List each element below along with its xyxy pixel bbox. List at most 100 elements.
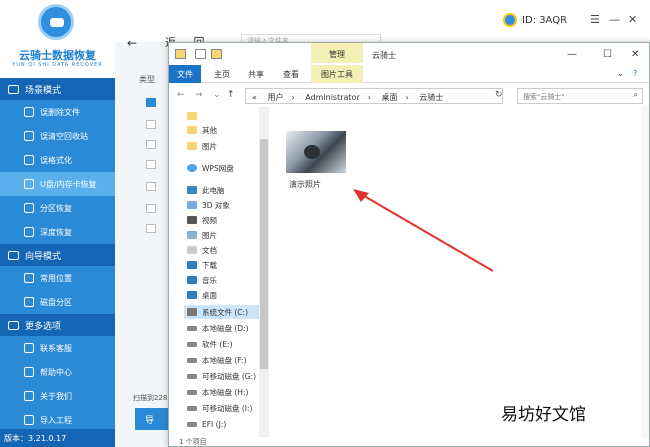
menu-icon bbox=[8, 320, 19, 330]
import-icon bbox=[24, 415, 34, 425]
desktop-icon bbox=[187, 291, 197, 299]
picture-icon bbox=[187, 231, 197, 239]
close-icon[interactable]: ✕ bbox=[628, 13, 637, 26]
scan-result-text: 扫描到228 bbox=[133, 394, 168, 402]
nav-item[interactable]: 3D 对象 bbox=[187, 198, 230, 212]
location-icon bbox=[24, 273, 34, 283]
tab-file[interactable]: 文件 bbox=[169, 65, 201, 83]
nav-item[interactable]: 音乐 bbox=[187, 273, 217, 287]
close-icon[interactable]: ✕ bbox=[631, 49, 639, 60]
minimize-icon[interactable]: — bbox=[567, 49, 577, 60]
sidebar-item-help[interactable]: 帮助中心 bbox=[0, 360, 115, 384]
logo-title: 云骑士数据恢复 bbox=[19, 49, 96, 62]
back-icon[interactable]: ← bbox=[177, 90, 185, 100]
nav-item[interactable]: 此电脑 bbox=[187, 183, 225, 197]
nav-item[interactable] bbox=[187, 109, 202, 123]
checkbox[interactable] bbox=[146, 140, 156, 149]
nav-item[interactable]: 软件 (E:) bbox=[187, 337, 233, 351]
nav-item[interactable]: 本地磁盘 (F:) bbox=[187, 353, 247, 367]
section-scene-mode[interactable]: 场景模式 bbox=[0, 78, 115, 100]
drive-icon bbox=[187, 405, 197, 411]
drive-icon bbox=[187, 341, 197, 347]
version-label: 版本：3.21.0.17 bbox=[0, 429, 115, 447]
sidebar-item-format[interactable]: 误格式化 bbox=[0, 148, 115, 172]
partition-icon bbox=[24, 203, 34, 213]
checkbox[interactable] bbox=[146, 98, 156, 107]
section-more-options[interactable]: 更多选项 bbox=[0, 314, 115, 336]
app-sidebar: 云骑士数据恢复 YUN QI SHI DATA RECOVER 场景模式 误删除… bbox=[0, 0, 115, 447]
explorer-window: 管理 云骑士 — ☐ ✕ 文件 主页 共享 查看 图片工具 ⌄ ? ← → ⌄ … bbox=[168, 42, 650, 447]
sidebar-item-disk[interactable]: 磁盘分区 bbox=[0, 290, 115, 314]
folder-icon bbox=[187, 126, 197, 134]
breadcrumb-item[interactable]: Administrator bbox=[305, 93, 360, 102]
nav-item-selected[interactable]: 系统文件 (C:) bbox=[184, 305, 266, 319]
sidebar-item-about[interactable]: 关于我们 bbox=[0, 384, 115, 408]
forward-icon[interactable]: → bbox=[195, 90, 203, 100]
tab-home[interactable]: 主页 bbox=[214, 69, 230, 80]
navigation-pane: 其他 图片 WPS网盘 此电脑 3D 对象 视频 图片 文档 下载 音乐 桌面 … bbox=[181, 107, 271, 437]
nav-item[interactable]: 可移动磁盘 (G:) bbox=[187, 369, 256, 383]
nav-item[interactable]: WPS网盘 bbox=[187, 161, 234, 175]
nav-item[interactable]: 图片 bbox=[187, 139, 217, 153]
checkbox[interactable] bbox=[146, 204, 156, 213]
tab-view[interactable]: 查看 bbox=[283, 69, 299, 80]
file-name[interactable]: 演示照片 bbox=[289, 179, 321, 190]
app-logo: 云骑士数据恢复 YUN QI SHI DATA RECOVER bbox=[0, 0, 115, 78]
usb-icon bbox=[24, 179, 34, 189]
nav-item[interactable]: 可移动磁盘 (I:) bbox=[187, 401, 252, 415]
scrollbar-thumb[interactable] bbox=[260, 139, 268, 369]
nav-scrollbar[interactable] bbox=[259, 107, 269, 437]
type-column-header: 类型 bbox=[139, 75, 155, 84]
nav-item[interactable]: 下载 bbox=[187, 258, 217, 272]
checkbox[interactable] bbox=[146, 224, 156, 233]
tab-picture-tools[interactable]: 图片工具 bbox=[311, 65, 363, 83]
sidebar-item-deleted[interactable]: 误删除文件 bbox=[0, 100, 115, 124]
breadcrumb-item[interactable]: 用户 bbox=[267, 93, 283, 102]
nav-item[interactable]: 本地磁盘 (H:) bbox=[187, 385, 248, 399]
content-scrollbar[interactable] bbox=[641, 107, 649, 437]
chevron-down-icon[interactable]: ⌄ bbox=[617, 69, 624, 78]
up-icon[interactable]: ↑ bbox=[227, 90, 235, 100]
nav-item[interactable]: 图片 bbox=[187, 228, 217, 242]
tab-share[interactable]: 共享 bbox=[248, 69, 264, 80]
checkbox[interactable] bbox=[146, 182, 156, 191]
cloud-icon bbox=[187, 164, 197, 172]
minimize-icon[interactable]: — bbox=[609, 13, 620, 26]
refresh-icon[interactable]: ↻ bbox=[495, 90, 503, 100]
photo-thumbnail[interactable] bbox=[286, 131, 346, 173]
breadcrumb-item[interactable]: 云骑士 bbox=[419, 93, 443, 102]
avatar bbox=[503, 13, 517, 27]
nav-item[interactable]: 其他 bbox=[187, 123, 217, 137]
breadcrumb-item[interactable]: 桌面 bbox=[382, 93, 398, 102]
computer-icon bbox=[187, 186, 197, 194]
manage-tab[interactable]: 管理 bbox=[311, 43, 363, 63]
sidebar-item-common[interactable]: 常用位置 bbox=[0, 266, 115, 290]
properties-icon[interactable] bbox=[195, 49, 206, 59]
folder-icon bbox=[187, 112, 197, 120]
nav-item[interactable]: 桌面 bbox=[187, 288, 217, 302]
sidebar-item-recycle[interactable]: 误清空回收站 bbox=[0, 124, 115, 148]
sidebar-item-partition[interactable]: 分区恢复 bbox=[0, 196, 115, 220]
sidebar-item-contact[interactable]: 联系客服 bbox=[0, 336, 115, 360]
maximize-icon[interactable]: ☐ bbox=[603, 49, 612, 60]
nav-item[interactable]: 文档 bbox=[187, 243, 217, 257]
sidebar-item-usb[interactable]: U盘/内存卡恢复 bbox=[0, 172, 115, 196]
user-id[interactable]: ID: 3AQR bbox=[503, 13, 567, 27]
checkbox[interactable] bbox=[146, 160, 156, 169]
back-arrow-icon[interactable]: ← bbox=[127, 36, 137, 50]
breadcrumb[interactable]: « 用户 › Administrator › 桌面 › 云骑士 bbox=[245, 88, 503, 104]
section-wizard-mode[interactable]: 向导模式 bbox=[0, 244, 115, 266]
new-folder-icon[interactable] bbox=[211, 49, 222, 59]
sidebar-item-deep[interactable]: 深度恢复 bbox=[0, 220, 115, 244]
status-bar: 1 个项目 bbox=[179, 438, 207, 446]
nav-item[interactable]: EFI (J:) bbox=[187, 417, 226, 431]
help-icon[interactable]: ? bbox=[633, 69, 637, 78]
menu-icon-app[interactable]: ☰ bbox=[590, 13, 600, 26]
format-icon bbox=[24, 155, 34, 165]
checkbox[interactable] bbox=[146, 120, 156, 129]
search-input[interactable]: 搜索"云骑士" ⌕ bbox=[517, 88, 643, 104]
chevron-down-icon[interactable]: ⌄ bbox=[213, 90, 221, 100]
scene-icon bbox=[8, 84, 19, 94]
nav-item[interactable]: 视频 bbox=[187, 213, 217, 227]
nav-item[interactable]: 本地磁盘 (D:) bbox=[187, 321, 249, 335]
